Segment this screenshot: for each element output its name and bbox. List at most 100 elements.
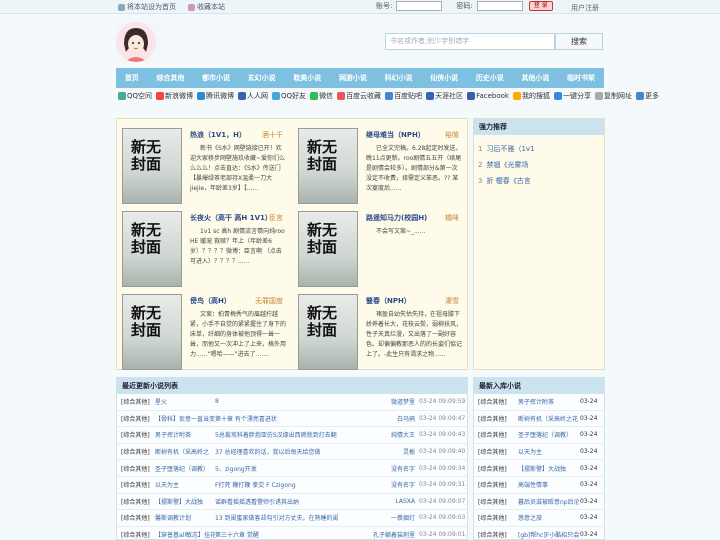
share-item-11[interactable]: 一键分享 <box>553 91 591 101</box>
row-author[interactable]: 白马鸦 <box>363 414 419 423</box>
row-title[interactable]: 【骨科】妄意一直当变 <box>155 414 215 423</box>
share-item-2[interactable]: 腾讯微博 <box>197 91 234 101</box>
login-button[interactable]: 登 录 <box>528 1 553 11</box>
row-author[interactable]: 没有名字 <box>363 480 419 489</box>
share-item-6[interactable]: 百度云收藏 <box>337 91 381 101</box>
share-item-0[interactable]: QQ空间 <box>118 91 152 101</box>
row-title[interactable]: 以天为主 <box>518 447 580 456</box>
row-category[interactable]: [综合其他] <box>117 480 155 489</box>
row-category[interactable]: [综合其他] <box>474 530 518 539</box>
book-title[interactable]: 继母难当（NPH） <box>366 130 425 140</box>
book-cover[interactable]: 新无 封面 <box>298 211 358 287</box>
row-title[interactable]: 以天为主 <box>155 480 215 489</box>
share-item-13[interactable]: 更多 <box>635 91 659 101</box>
nav-item-2[interactable]: 都市小说 <box>202 73 230 83</box>
nav-item-9[interactable]: 其他小说 <box>521 73 549 83</box>
book-cover[interactable]: 新无 封面 <box>298 294 358 370</box>
book-author[interactable]: 臣言 <box>269 213 283 223</box>
row-category[interactable]: [综合其他] <box>474 464 518 473</box>
nav-item-1[interactable]: 综合其他 <box>156 73 184 83</box>
share-item-4[interactable]: QQ好友 <box>272 91 306 101</box>
book-cover[interactable]: 新无 封面 <box>122 128 182 204</box>
row-category[interactable]: [综合其他] <box>117 464 155 473</box>
row-author[interactable]: LASXA <box>363 498 419 505</box>
row-chapter[interactable]: 37 总经理喜欢的话，我以后每天给您做 <box>215 447 363 456</box>
book-author[interactable]: 裕暄 <box>445 130 459 140</box>
row-category[interactable]: [综合其他] <box>474 513 518 522</box>
share-item-12[interactable]: 复制网址 <box>594 91 632 101</box>
row-category[interactable]: [综合其他] <box>117 430 155 439</box>
row-author[interactable]: 纯情大王 <box>363 430 419 439</box>
book-author[interactable]: 橘咪 <box>445 213 459 223</box>
row-category[interactable]: [综合其他] <box>474 397 518 406</box>
recommend-item[interactable]: 1 习后不雅（1v1 <box>474 141 604 157</box>
row-title[interactable]: 圣子堕落纪（调教） <box>155 464 215 473</box>
row-title[interactable]: 高端性情事 <box>518 480 580 489</box>
row-title[interactable]: 馨斯调教计划 <box>155 513 215 522</box>
book-title[interactable]: 傍鸟（高H） <box>190 296 231 306</box>
row-category[interactable]: [综合其他] <box>474 480 518 489</box>
password-input[interactable] <box>476 1 523 11</box>
share-item-1[interactable]: 新浪微博 <box>156 91 193 101</box>
row-category[interactable]: [综合其他] <box>474 497 518 506</box>
row-title[interactable]: 断树有机（采高岭之花 <box>518 414 580 423</box>
book-title[interactable]: 豎春（NPH） <box>366 296 411 306</box>
register-link[interactable]: 用户注册 <box>571 3 599 13</box>
share-item-5[interactable]: 微信 <box>310 91 333 101</box>
share-item-8[interactable]: 天涯社区 <box>426 91 463 101</box>
book-title[interactable]: 路遥知马力(校园H) <box>366 213 427 223</box>
nav-item-0[interactable]: 首页 <box>125 73 139 83</box>
row-title[interactable]: 【摆斯警】大战独 <box>518 464 580 473</box>
account-input[interactable] <box>396 1 443 11</box>
share-item-9[interactable]: Facebook <box>467 92 509 100</box>
row-title[interactable]: [gb]帮hc]F小酷招只会安置你 <box>518 530 580 539</box>
recommend-item[interactable]: 2 禁锢《光雾场 <box>474 157 604 173</box>
row-category[interactable]: [综合其他] <box>117 497 155 506</box>
row-category[interactable]: [综合其他] <box>117 397 155 406</box>
row-category[interactable]: [综合其他] <box>474 447 518 456</box>
row-chapter[interactable]: 谣群看摇摇透看警师引诱其出纳 <box>215 497 363 506</box>
row-category[interactable]: [综合其他] <box>474 430 518 439</box>
book-author[interactable]: 灌雪 <box>445 296 459 306</box>
row-chapter[interactable]: F打死 鞭打鞭 拳交 F Czigong <box>215 480 363 489</box>
row-title[interactable]: 断树有机（采高岭之 <box>155 447 215 456</box>
row-chapter[interactable]: 5总裁攻科着胖炮亚仿S汉缘出西裤就到灯去翻 <box>215 430 363 439</box>
site-logo[interactable] <box>116 22 156 62</box>
nav-item-7[interactable]: 仙侠小说 <box>430 73 458 83</box>
row-category[interactable]: [综合其他] <box>117 447 155 456</box>
row-title[interactable]: 男子挥计附茶 <box>155 430 215 439</box>
row-title[interactable]: 男子挥计附茶 <box>518 397 580 406</box>
row-chapter[interactable]: 第三十六章 觉醒 <box>215 530 363 539</box>
row-category[interactable]: [综合其他] <box>117 513 155 522</box>
row-title[interactable]: 悠意之旅 <box>518 513 580 522</box>
row-title[interactable]: 【摆斯警】大战独 <box>155 497 215 506</box>
row-author[interactable]: 没有名字 <box>363 464 419 473</box>
book-author[interactable]: 无罪国度 <box>255 296 283 306</box>
row-title[interactable]: 圣子堕落纪（调教） <box>518 430 580 439</box>
row-author[interactable]: 微道梦里 <box>363 397 419 406</box>
row-chapter[interactable]: 第十章 有个漂亮喜进状 <box>215 414 363 423</box>
row-category[interactable]: [综合其他] <box>474 414 518 423</box>
row-author[interactable]: 灵栀 <box>363 447 419 456</box>
row-title[interactable]: 【穿普基all敏志】挂花 <box>155 530 215 539</box>
book-title[interactable]: 长夜火（高干 高H 1V1） <box>190 213 272 223</box>
share-item-3[interactable]: 人人网 <box>238 91 268 101</box>
book-cover[interactable]: 新无 封面 <box>122 211 182 287</box>
book-cover[interactable]: 新无 封面 <box>122 294 182 370</box>
share-item-7[interactable]: 百度贴吧 <box>385 91 422 101</box>
nav-item-4[interactable]: 耽美小说 <box>293 73 321 83</box>
book-title[interactable]: 热浪（1V1，H） <box>190 130 246 140</box>
row-chapter[interactable]: 13 到闺蜜家做客却勾引对方丈夫。在熟睡的闺 <box>215 513 363 522</box>
row-title[interactable]: 星火 <box>155 397 215 406</box>
nav-item-10[interactable]: 临时书架 <box>567 73 595 83</box>
book-cover[interactable]: 新无 封面 <box>298 128 358 204</box>
row-chapter[interactable]: 5、zigong开发 <box>215 464 363 473</box>
row-category[interactable]: [综合其他] <box>117 530 155 539</box>
nav-item-5[interactable]: 网游小说 <box>339 73 367 83</box>
search-button[interactable]: 搜索 <box>555 33 603 50</box>
row-category[interactable]: [综合其他] <box>117 414 155 423</box>
nav-item-3[interactable]: 玄幻小说 <box>248 73 276 83</box>
row-author[interactable]: 一蓑烟灯 <box>363 513 419 522</box>
search-input[interactable]: 书名或作者,别少字别错字 <box>385 33 555 50</box>
nav-item-6[interactable]: 科幻小说 <box>385 73 413 83</box>
